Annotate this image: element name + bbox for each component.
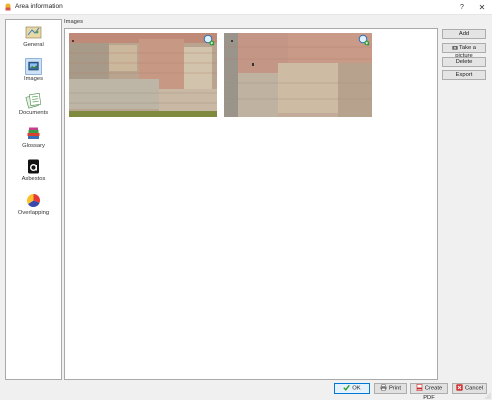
help-button[interactable]: ? — [455, 2, 469, 13]
nav-item-general[interactable]: General — [6, 22, 61, 54]
ok-button[interactable]: OK — [334, 383, 370, 394]
window-title: Area information — [15, 3, 63, 10]
nav-item-documents[interactable]: Documents — [6, 90, 61, 122]
images-panel — [64, 28, 438, 380]
books-icon — [27, 127, 40, 139]
nav-item-overlapping[interactable]: Overlapping — [6, 190, 61, 222]
pie-chart-icon — [26, 193, 41, 208]
title-bar: Area information ? ✕ — [0, 0, 492, 15]
print-label: Print — [389, 385, 401, 392]
cancel-label: Cancel — [464, 385, 484, 392]
cancel-icon — [456, 384, 463, 391]
zoom-add-icon[interactable] — [358, 34, 370, 46]
add-button[interactable]: Add — [442, 29, 486, 39]
nav-label: Images — [23, 76, 43, 82]
close-button[interactable]: ✕ — [475, 2, 489, 13]
wall-photo-image — [69, 33, 217, 117]
export-button[interactable]: Export — [442, 70, 486, 80]
images-group-label: Images — [64, 19, 84, 25]
image-thumbnail-2[interactable] — [224, 33, 372, 117]
image-icon — [25, 58, 42, 75]
app-icon — [5, 3, 11, 11]
zoom-add-icon[interactable] — [203, 34, 215, 46]
nav-item-images[interactable]: Images — [6, 56, 61, 88]
map-icon — [25, 26, 42, 39]
create-pdf-label: Create PDF — [423, 385, 443, 400]
documents-icon — [25, 93, 42, 109]
nav-label: General — [23, 42, 44, 48]
wall-photo-image — [224, 33, 372, 117]
nav-label: Asbestos — [21, 176, 46, 182]
print-button[interactable]: Print — [374, 383, 407, 394]
ok-label: OK — [352, 385, 361, 392]
nav-item-asbestos[interactable]: Asbestos — [6, 156, 61, 188]
asbestos-icon — [28, 159, 39, 174]
nav-label: Documents — [18, 110, 49, 116]
checkmark-icon — [343, 384, 351, 391]
camera-icon — [452, 46, 458, 50]
nav-label: Glossary — [22, 143, 45, 149]
image-thumbnail-1[interactable] — [69, 33, 217, 117]
pdf-icon — [416, 384, 423, 391]
nav-item-glossary[interactable]: Glossary — [6, 123, 61, 155]
category-nav: General Images Documents Glossary Asbest… — [5, 19, 62, 380]
create-pdf-button[interactable]: Create PDF — [410, 383, 448, 400]
delete-button[interactable]: Delete — [442, 57, 486, 67]
resize-grip-icon[interactable] — [484, 392, 491, 399]
take-picture-button[interactable]: Take a picture — [442, 43, 486, 59]
cancel-button[interactable]: Cancel — [452, 383, 487, 394]
nav-label: Overlapping — [17, 210, 50, 216]
printer-icon — [380, 384, 387, 391]
